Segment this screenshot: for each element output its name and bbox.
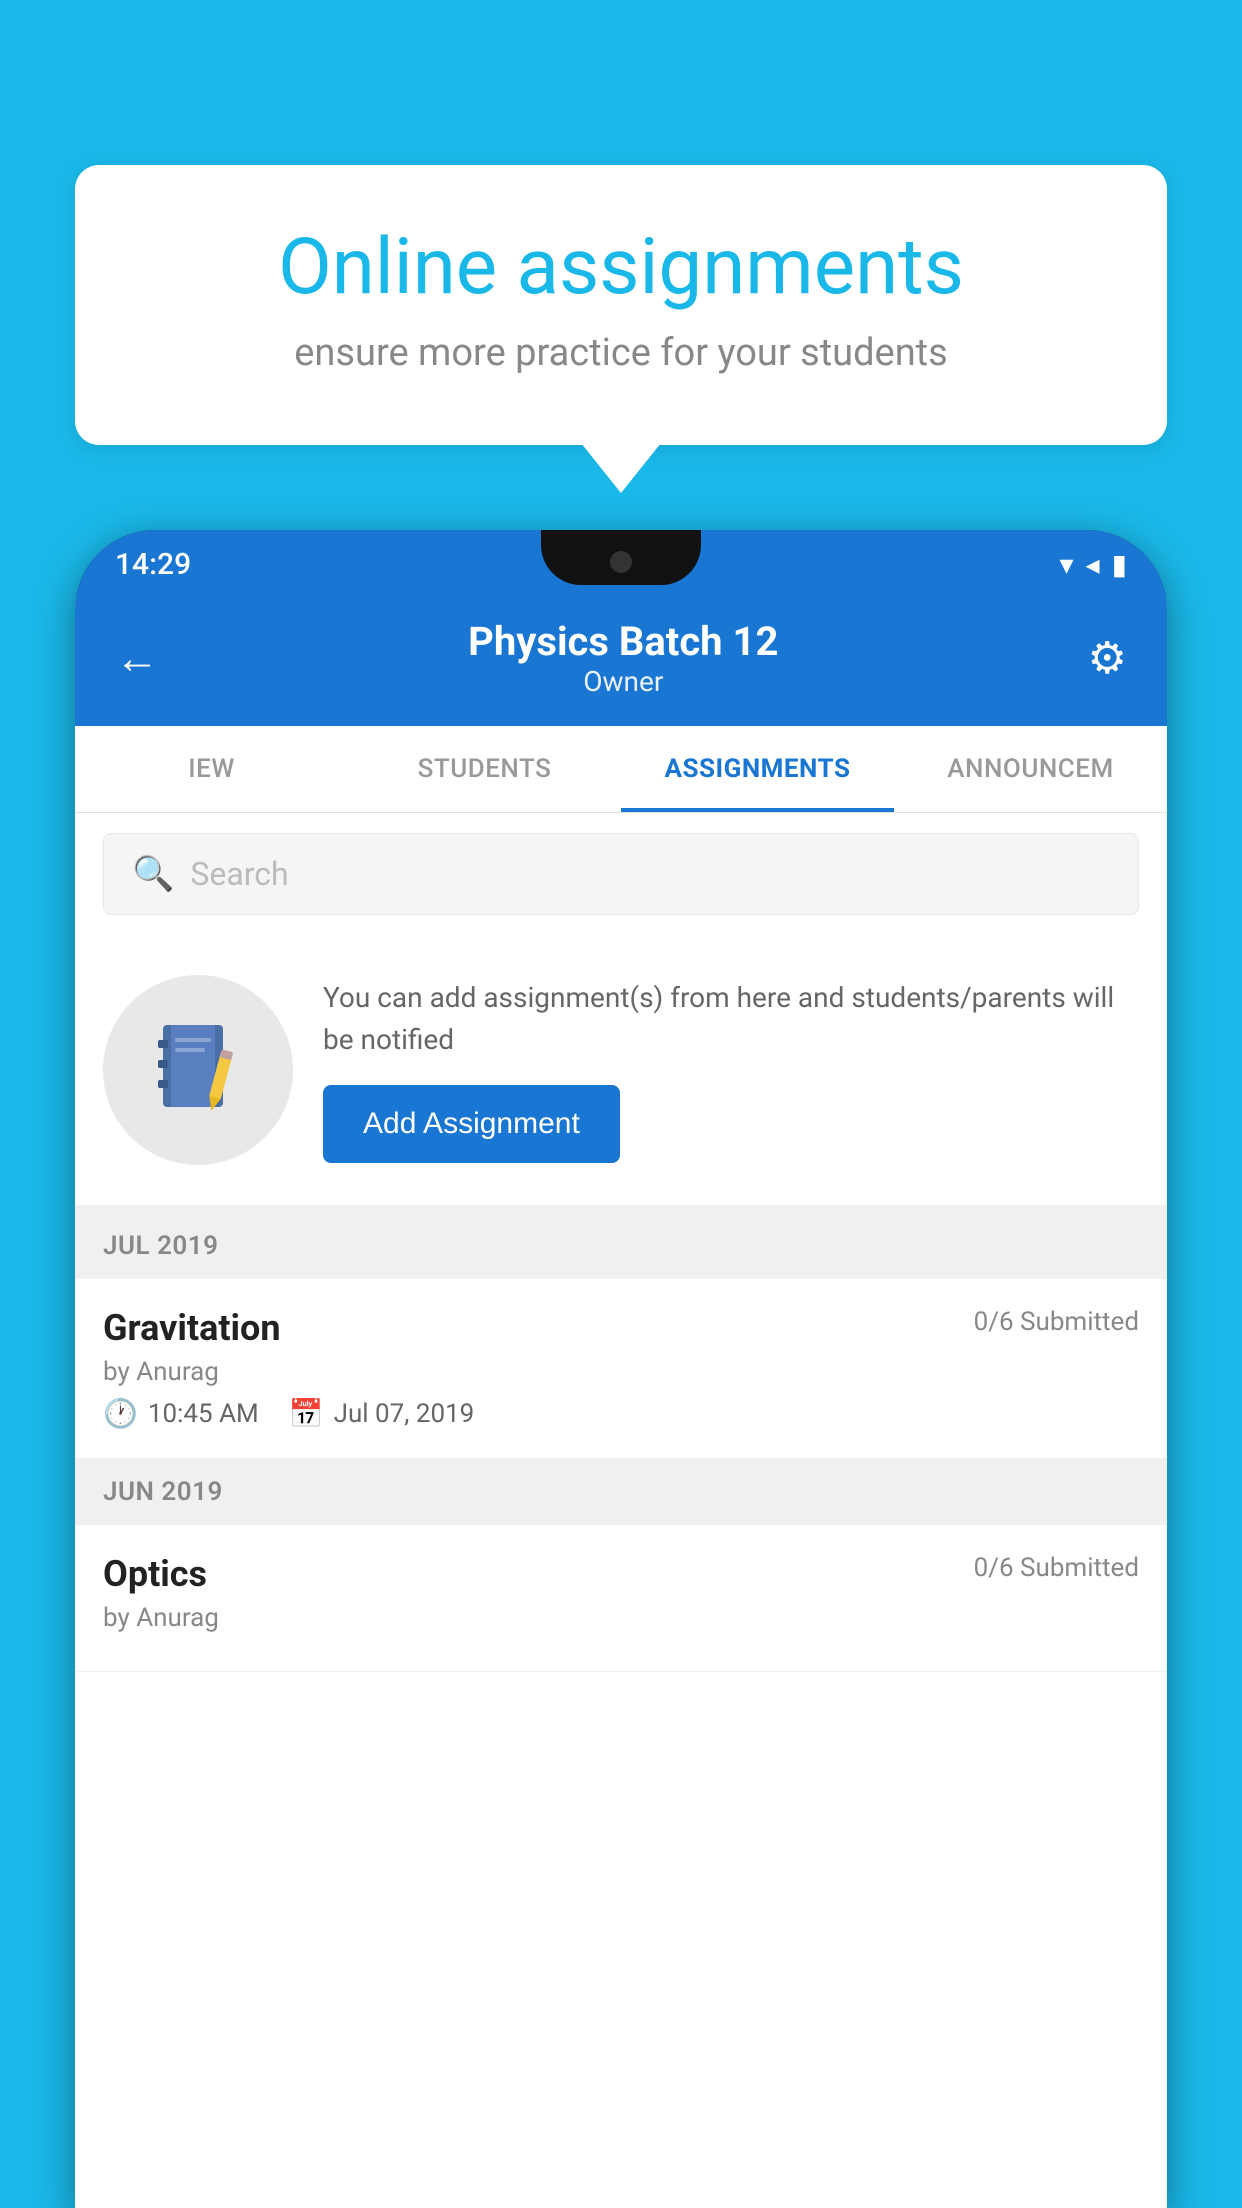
assignment-time: 🕐 10:45 AM [103,1397,259,1430]
assignment-submitted-gravitation: 0/6 Submitted [974,1307,1139,1337]
header-title: Physics Batch 12 [159,618,1088,665]
assignment-date: 📅 Jul 07, 2019 [289,1397,475,1430]
bubble-subtitle: ensure more practice for your students [145,331,1097,375]
section-header-jul: JUL 2019 [75,1213,1167,1279]
back-button[interactable]: ← [115,632,159,684]
assignment-top-row: Gravitation 0/6 Submitted [103,1307,1139,1349]
settings-icon[interactable]: ⚙ [1088,632,1127,684]
assignment-date-value: Jul 07, 2019 [334,1399,475,1429]
status-icons: ▾ ◂ ▮ [1059,548,1127,581]
search-bar-container: 🔍 Search [75,813,1167,935]
header-title-group: Physics Batch 12 Owner [159,618,1088,698]
assignment-submitted-optics: 0/6 Submitted [974,1553,1139,1583]
tabs-bar: IEW STUDENTS ASSIGNMENTS ANNOUNCEM [75,726,1167,813]
speech-bubble-container: Online assignments ensure more practice … [75,165,1167,445]
assignment-time-value: 10:45 AM [148,1399,259,1429]
assignment-by-optics: by Anurag [103,1603,1139,1633]
header-subtitle: Owner [159,665,1088,698]
battery-icon: ▮ [1112,548,1127,581]
bubble-title: Online assignments [145,225,1097,311]
assignment-top-row-optics: Optics 0/6 Submitted [103,1553,1139,1595]
calendar-icon: 📅 [289,1397,324,1430]
assignment-gravitation[interactable]: Gravitation 0/6 Submitted by Anurag 🕐 10… [75,1279,1167,1459]
search-bar[interactable]: 🔍 Search [103,833,1139,915]
notebook-svg-icon [153,1020,243,1120]
assignment-meta-gravitation: 🕐 10:45 AM 📅 Jul 07, 2019 [103,1397,1139,1430]
notch [541,530,701,585]
add-assignment-button[interactable]: Add Assignment [323,1085,620,1163]
search-placeholder: Search [190,855,288,893]
search-icon: 🔍 [132,854,174,894]
tab-assignments[interactable]: ASSIGNMENTS [621,726,894,812]
assignment-name-optics: Optics [103,1553,207,1595]
phone-content: ← Physics Batch 12 Owner ⚙ IEW STUDENTS … [75,598,1167,2208]
status-time: 14:29 [115,547,191,582]
wifi-icon: ▾ [1059,548,1073,581]
assignment-promo: You can add assignment(s) from here and … [75,935,1167,1213]
app-header: ← Physics Batch 12 Owner ⚙ [75,598,1167,726]
section-header-jun: JUN 2019 [75,1459,1167,1525]
promo-text-area: You can add assignment(s) from here and … [323,977,1139,1163]
assignment-optics[interactable]: Optics 0/6 Submitted by Anurag [75,1525,1167,1672]
status-bar: 14:29 ▾ ◂ ▮ [75,530,1167,598]
phone-frame: 14:29 ▾ ◂ ▮ ← Physics Batch 12 Owner ⚙ I… [75,530,1167,2208]
promo-icon-circle [103,975,293,1165]
tab-students[interactable]: STUDENTS [348,726,621,812]
clock-icon: 🕐 [103,1397,138,1430]
speech-bubble: Online assignments ensure more practice … [75,165,1167,445]
assignment-name-gravitation: Gravitation [103,1307,281,1349]
signal-icon: ◂ [1086,548,1100,581]
tab-announcements[interactable]: ANNOUNCEM [894,726,1167,812]
promo-description: You can add assignment(s) from here and … [323,977,1139,1061]
tab-iew[interactable]: IEW [75,726,348,812]
assignment-by-gravitation: by Anurag [103,1357,1139,1387]
camera [610,551,632,573]
